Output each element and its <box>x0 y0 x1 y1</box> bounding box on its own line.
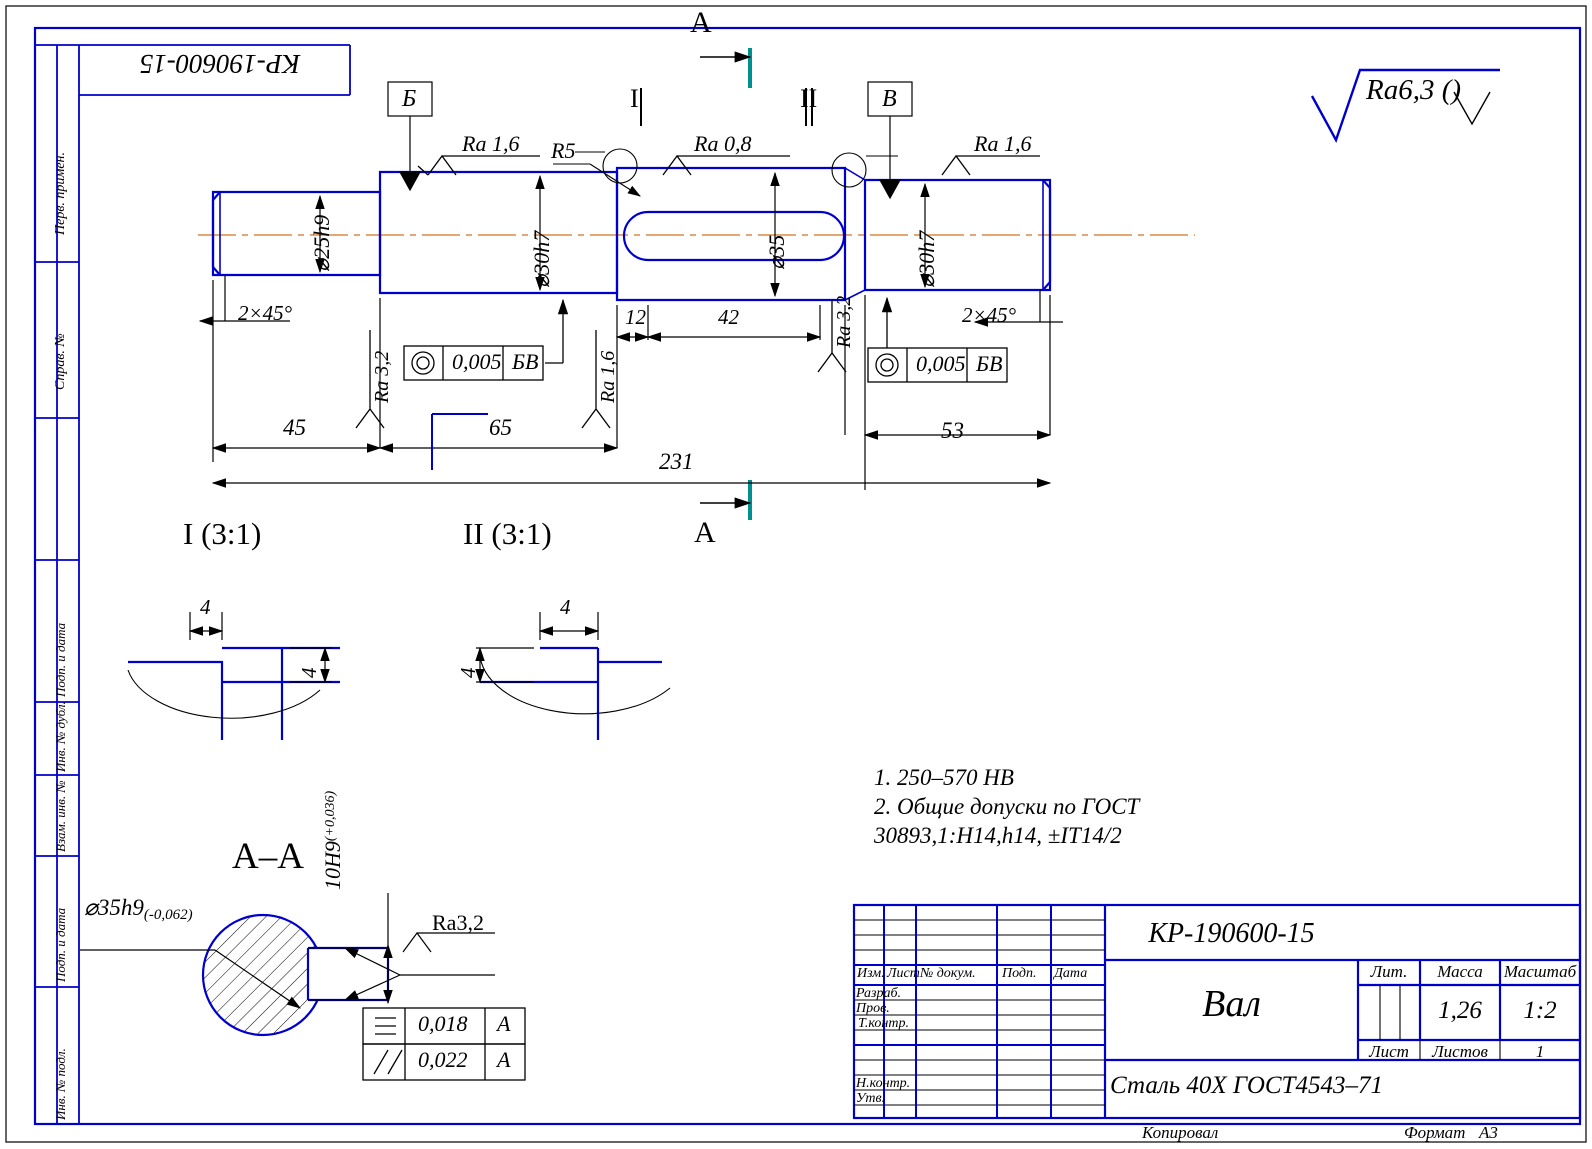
detail-mark-II: II <box>800 84 818 113</box>
chamfer-right-label: 2×45° <box>962 303 1017 327</box>
section-mark-bottom: А <box>694 516 716 549</box>
section-aa-shaft-dia: ⌀35h9(-0,062) <box>84 896 193 923</box>
tb-col-header-2: № докум. <box>920 966 976 981</box>
section-aa-tol2-datum: А <box>497 1047 511 1072</box>
margin-label-3: Инв. № дубл. <box>53 701 68 772</box>
shaft-dia-value: ⌀35h9 <box>84 895 144 920</box>
tb-lit-label: Лит. <box>1370 962 1408 981</box>
tb-scale-label: Масштаб <box>1503 962 1577 981</box>
detail-I-dim-h: 4 <box>200 595 211 619</box>
roughness-ra32-left: Ra 3,2 <box>371 350 393 403</box>
section-aa-tol2-value: 0,022 <box>418 1047 468 1072</box>
margin-label-2: Подп. и дата <box>53 622 68 697</box>
tb-mass-label: Масса <box>1437 962 1483 981</box>
detail-view-II <box>475 612 671 740</box>
margin-label-4: Взам. инв. № <box>53 780 68 852</box>
tb-scale-value: 1:2 <box>1523 997 1557 1024</box>
margin-label-0: Перв. примен. <box>53 152 68 235</box>
section-markers <box>700 48 752 520</box>
dim-dia-30-right: ⌀30h7 <box>914 230 939 288</box>
datum-b-label: Б <box>402 86 417 112</box>
tb-sheets-value: 1 <box>1535 1042 1545 1061</box>
margin-label-5: Подп. и дата <box>53 907 68 982</box>
dim-45: 45 <box>283 415 306 440</box>
detail-I-dim-v: 4 <box>297 667 321 679</box>
dim-12: 12 <box>625 305 646 329</box>
tech-req-line-1: 2. Общие допуски по ГОСТ <box>874 794 1140 819</box>
tb-format-label: Формат <box>1404 1123 1466 1142</box>
section-aa-roughness: Ra3,2 <box>432 910 484 935</box>
detail-title-II: II (3:1) <box>463 516 552 551</box>
tb-col-header-3: Подп. <box>1002 966 1037 981</box>
radius-r5-label: R5 <box>551 138 576 163</box>
tb-format-value: А3 <box>1479 1123 1498 1142</box>
tb-sheets-label: Листов <box>1432 1042 1488 1061</box>
detail-II-dim-h: 4 <box>560 595 571 619</box>
margin-label-1: Справ. № <box>53 333 68 390</box>
tol-left-datum: БВ <box>512 349 539 374</box>
tol-left-value: 0,005 <box>452 349 502 374</box>
dim-65-leader <box>431 413 488 470</box>
roughness-ra32-right: Ra 3,2 <box>833 295 855 348</box>
tb-role-1: Пров. <box>856 1001 890 1016</box>
tb-role-2: Т.контр. <box>858 1016 909 1031</box>
drawing-sheet: КР-190600-15 Перв. примен. Справ. № Подп… <box>0 0 1592 1149</box>
datum-v-label: В <box>882 86 897 112</box>
tb-col-header-1: Лист <box>887 966 920 981</box>
tol-right-datum: БВ <box>976 351 1003 376</box>
tb-role-4: Утв. <box>856 1091 886 1106</box>
general-roughness-text: Ra6,3 () <box>1366 76 1461 105</box>
roughness-ra16-right: Ra 1,6 <box>974 131 1032 156</box>
general-roughness-value: Ra6,3 ( <box>1366 74 1452 106</box>
margin-label-6: Инв. № подл. <box>53 1048 68 1120</box>
drawing-canvas <box>5 5 1587 1143</box>
detail-title-I: I (3:1) <box>183 516 262 551</box>
dim-dia-25: ⌀25h9 <box>309 214 334 272</box>
section-mark-top: А <box>690 6 712 39</box>
roughness-ra16-mid: Ra 1,6 <box>597 350 619 403</box>
tb-role-0: Разраб. <box>856 986 902 1001</box>
key-width-value: 10Н9 <box>320 841 345 890</box>
chamfer-left-label: 2×45° <box>238 301 293 325</box>
section-aa-title: А–А <box>232 836 304 877</box>
detail-II-dim-v: 4 <box>456 667 480 679</box>
dim-dia-30-left: ⌀30h7 <box>529 230 554 288</box>
tb-col-header-4: Дата <box>1054 966 1088 981</box>
detail-leader-lines <box>640 88 813 126</box>
detail-mark-I: I <box>630 84 639 113</box>
tb-role-3: Н.контр. <box>856 1076 911 1091</box>
dim-231: 231 <box>659 449 694 474</box>
tb-sheet-label: Лист <box>1369 1042 1409 1061</box>
key-width-tol: (+0,036) <box>323 790 338 842</box>
roughness-ra08: Ra 0,8 <box>694 131 752 156</box>
tech-req-line-2: 30893,1:Н14,h14, ±IT14/2 <box>874 823 1122 848</box>
tb-material: Сталь 40Х ГОСТ4543–71 <box>1110 1072 1383 1099</box>
tb-copied-label: Копировал <box>1142 1123 1219 1142</box>
dim-53: 53 <box>941 418 964 443</box>
section-aa-key-width: 10Н9(+0,036) <box>320 790 345 890</box>
tb-col-header-0: Изм. <box>857 966 885 981</box>
dim-65: 65 <box>489 415 512 440</box>
dim-dia-35: ⌀35 <box>764 234 789 270</box>
section-aa-tol1-value: 0,018 <box>418 1011 468 1036</box>
tb-designation: КР-190600-15 <box>1148 918 1315 949</box>
top-designation: КР-190600-15 <box>139 49 301 79</box>
section-aa-tol1-datum: А <box>497 1011 511 1036</box>
tb-name: Вал <box>1202 983 1261 1025</box>
shaft-dia-tol: (-0,062) <box>143 907 193 923</box>
roughness-ra16-left: Ra 1,6 <box>462 131 520 156</box>
tech-req-line-0: 1. 250–570 НВ <box>874 765 1014 790</box>
tb-mass-value: 1,26 <box>1438 997 1482 1024</box>
dim-42: 42 <box>718 305 739 329</box>
tol-right-value: 0,005 <box>916 351 966 376</box>
general-roughness-close: ) <box>1451 74 1462 106</box>
